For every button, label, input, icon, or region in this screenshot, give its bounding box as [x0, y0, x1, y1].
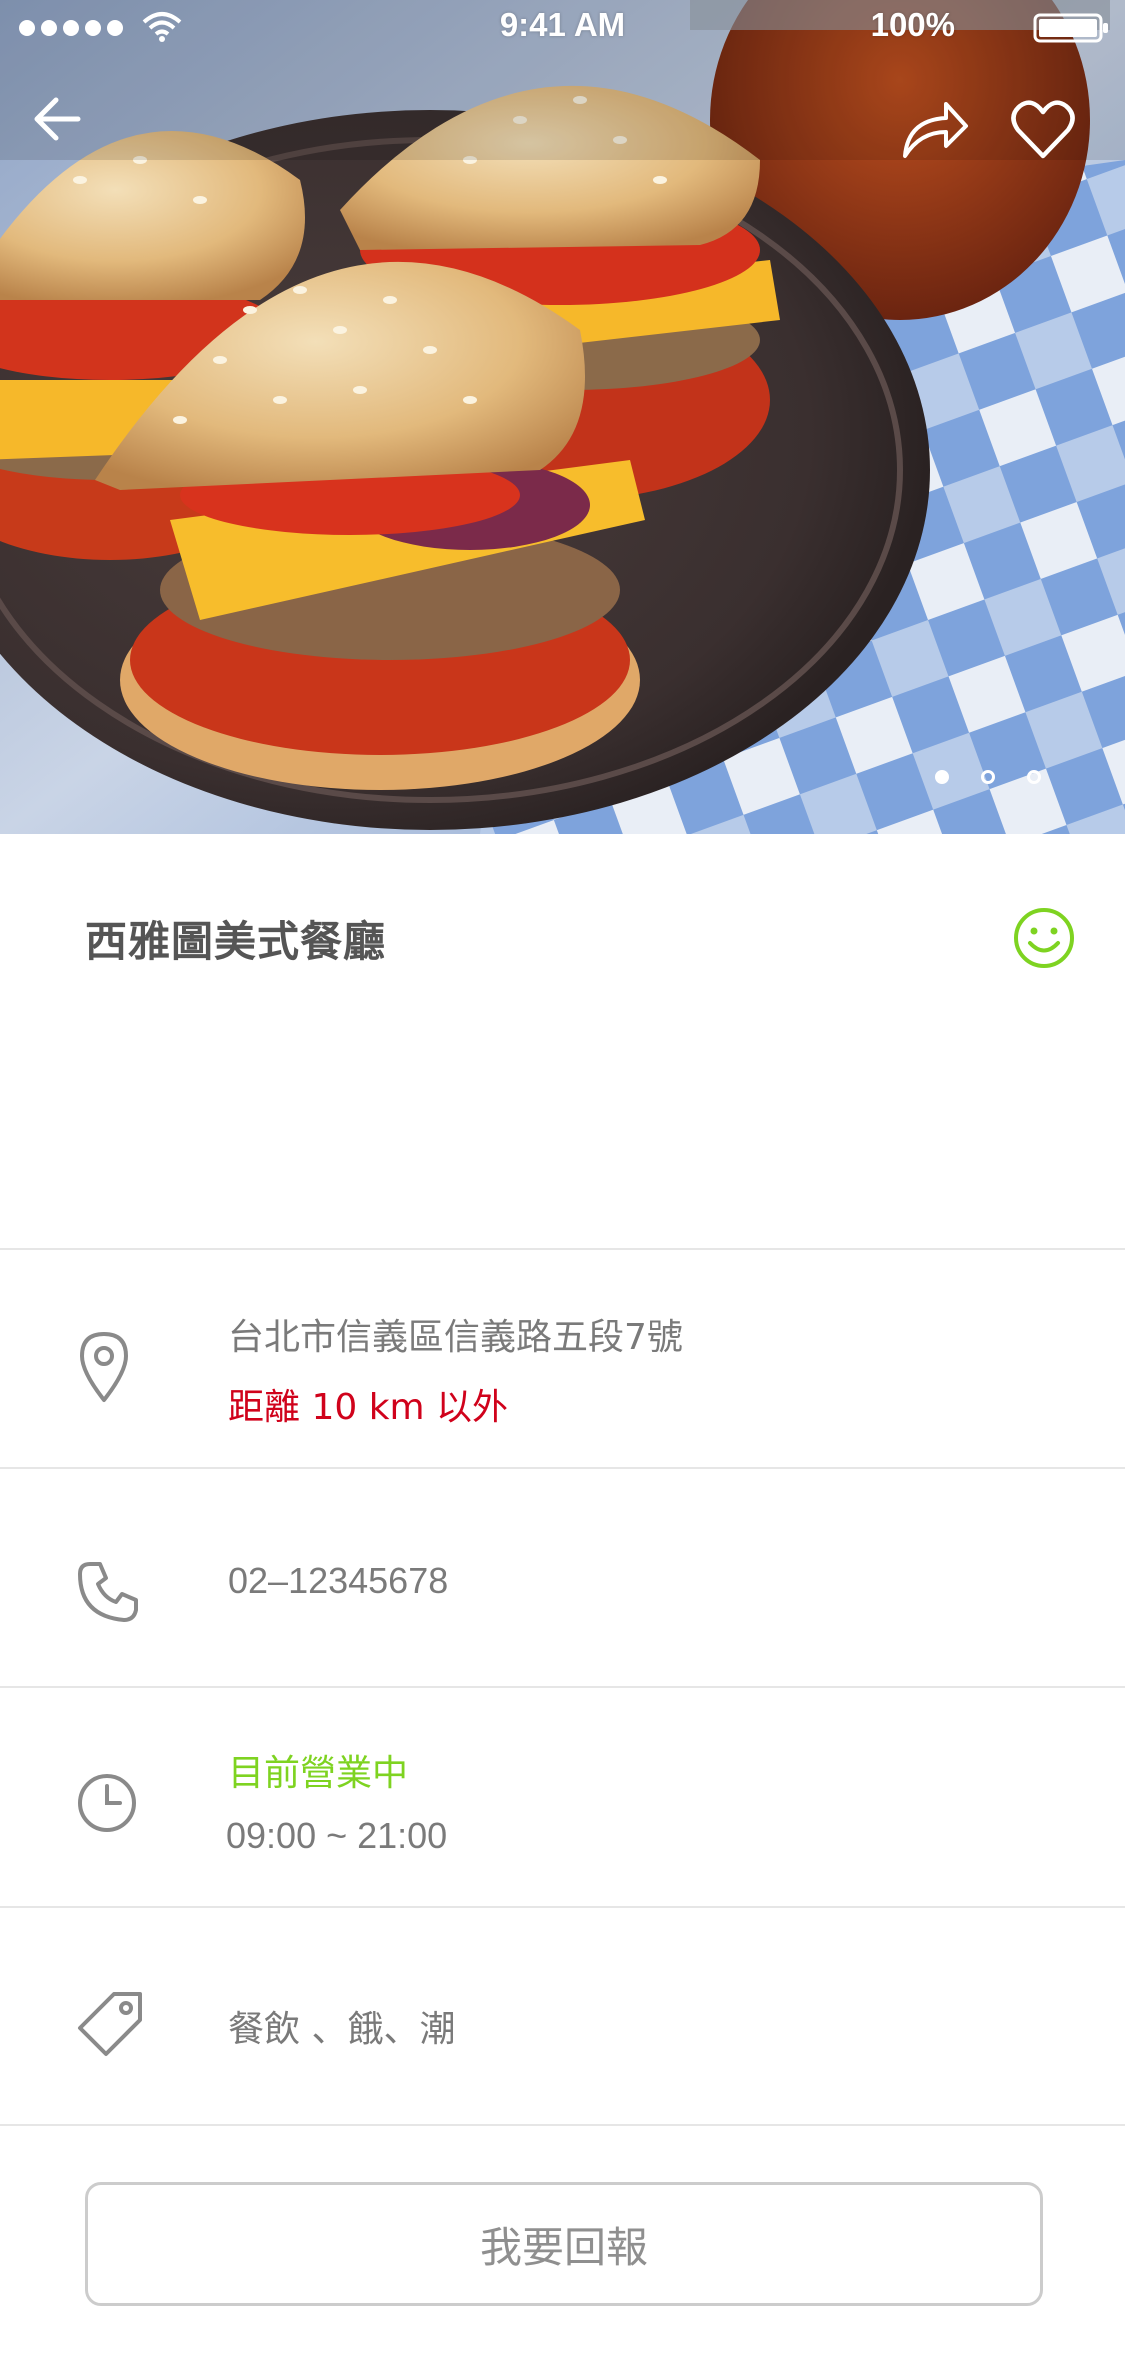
divider [0, 1248, 1125, 1250]
arrow-left-icon[interactable] [28, 90, 86, 148]
battery-icon [1033, 13, 1108, 43]
opening-hours: 09:00 ~ 21:00 [226, 1815, 448, 1856]
divider [0, 1467, 1125, 1469]
divider [0, 1906, 1125, 1908]
heart-icon[interactable] [1010, 98, 1076, 160]
store-detail-page: 9:41 AM 100% 西雅圖美式餐廳 台北市信義區信義路五段7號 距離 10… [0, 0, 1125, 2370]
carousel-dot[interactable] [1027, 770, 1041, 784]
divider [0, 1686, 1125, 1688]
hero-carousel[interactable]: 9:41 AM 100% [0, 0, 1125, 834]
distance-text: 距離 10 km 以外 [228, 1387, 509, 1428]
tag-icon [78, 1992, 142, 2056]
clock: 9:41 AM [499, 6, 626, 43]
share-arrow-icon[interactable] [900, 98, 970, 160]
divider [0, 2124, 1125, 2126]
carousel-dot[interactable] [981, 770, 995, 784]
clock-icon [78, 1774, 136, 1832]
status-bar: 9:41 AM 100% [0, 0, 1125, 56]
phone-icon [78, 1562, 138, 1622]
report-button[interactable]: 我要回報 [85, 2182, 1043, 2306]
store-name: 西雅圖美式餐廳 [85, 917, 387, 966]
open-status: 目前營業中 [228, 1753, 409, 1794]
battery-percent: 100% [870, 6, 955, 43]
phone-number[interactable]: 02–12345678 [228, 1560, 448, 1602]
address-text: 台北市信義區信義路五段7號 [228, 1317, 683, 1358]
category-tags: 餐飲 、餓、潮 [228, 2009, 456, 2050]
location-pin-icon [80, 1332, 128, 1402]
smiley-icon[interactable] [1012, 906, 1076, 970]
carousel-dot[interactable] [935, 770, 949, 784]
